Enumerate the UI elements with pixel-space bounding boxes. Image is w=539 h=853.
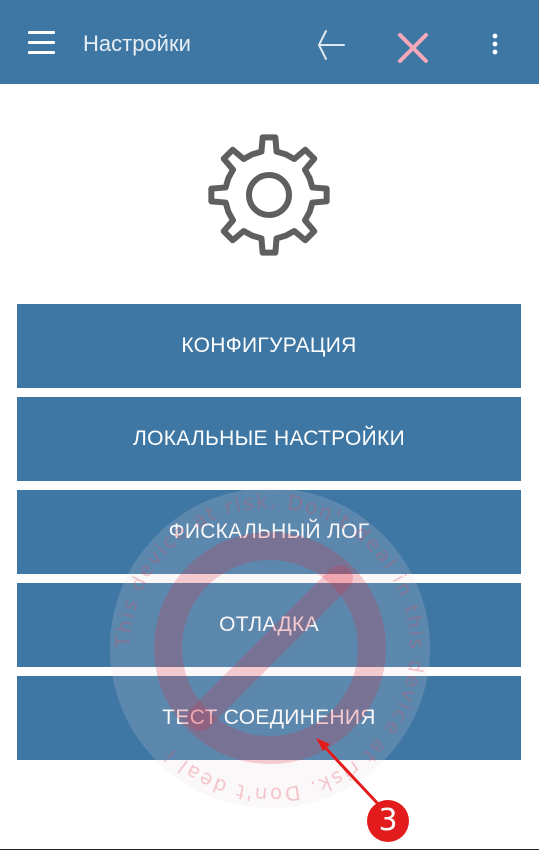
step-badge: 3 [367, 800, 409, 842]
fiscal-log-button[interactable]: ФИСКАЛЬНЫЙ ЛОГ [17, 490, 521, 574]
connection-test-button[interactable]: ТЕСТ СОЕДИНЕНИЯ [17, 676, 521, 760]
gear-icon [208, 134, 330, 256]
more-icon[interactable] [490, 33, 500, 57]
settings-menu: КОНФИГУРАЦИЯ ЛОКАЛЬНЫЕ НАСТРОЙКИ ФИСКАЛЬ… [17, 304, 521, 769]
back-icon[interactable] [313, 28, 345, 62]
menu-icon[interactable] [28, 31, 55, 55]
local-settings-button[interactable]: ЛОКАЛЬНЫЕ НАСТРОЙКИ [17, 397, 521, 481]
close-icon[interactable] [396, 31, 430, 65]
configuration-button[interactable]: КОНФИГУРАЦИЯ [17, 304, 521, 388]
debug-button[interactable]: ОТЛАДКА [17, 583, 521, 667]
bottom-divider [0, 849, 539, 850]
app-bar: Настройки [0, 0, 539, 84]
page-title: Настройки [83, 31, 191, 56]
